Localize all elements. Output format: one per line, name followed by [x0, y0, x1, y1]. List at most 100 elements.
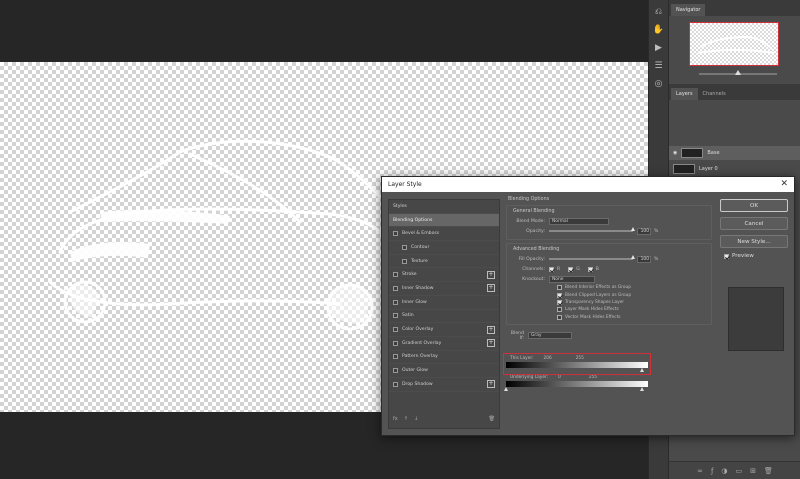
mask-icon[interactable]: ◑ — [721, 467, 727, 475]
underlying-white-handle[interactable] — [640, 387, 644, 391]
layer-name: Layer 0 — [699, 166, 718, 172]
tab-layers[interactable]: Layers — [671, 88, 698, 100]
style-checkbox[interactable] — [393, 285, 398, 291]
style-checkbox[interactable] — [393, 313, 398, 319]
style-item[interactable]: Bevel & Emboss — [389, 227, 499, 242]
preview-checkbox[interactable] — [724, 253, 729, 259]
layer-row[interactable]: Layer 0 — [669, 162, 800, 176]
style-checkbox[interactable] — [402, 258, 407, 264]
trash-icon[interactable]: 🗑 — [489, 416, 495, 422]
layers-panel-footer: ∞ ƒ ◑ ▭ ⊞ 🗑 — [669, 461, 800, 479]
fill-opacity-slider[interactable] — [549, 255, 635, 260]
play-icon[interactable]: ▶ — [653, 42, 665, 54]
general-blending-box: General Blending Blend Mode: Normal Opac… — [506, 205, 712, 240]
navigator-preview[interactable] — [689, 22, 779, 66]
navigator-zoom-slider[interactable] — [699, 70, 777, 75]
general-blending-title: General Blending — [513, 209, 555, 214]
ok-button[interactable]: OK — [720, 199, 788, 212]
cancel-button[interactable]: Cancel — [720, 217, 788, 230]
style-item[interactable]: Outer Glow — [389, 364, 499, 378]
style-item-label: Blending Options — [393, 217, 433, 223]
advanced-option-checkbox[interactable] — [557, 292, 562, 298]
advanced-option-checkbox[interactable] — [557, 285, 562, 291]
style-item[interactable]: Stroke + — [389, 268, 499, 283]
style-preview-box — [728, 287, 784, 351]
underlying-layer-gradient[interactable] — [504, 381, 648, 391]
advanced-option-checkbox[interactable] — [557, 307, 562, 313]
blend-mode-select[interactable]: Normal — [549, 217, 609, 225]
style-checkbox[interactable] — [393, 231, 398, 237]
tab-navigator[interactable]: Navigator — [671, 4, 706, 16]
this-layer-gradient[interactable] — [506, 362, 648, 372]
advanced-option-row: Transparency Shapes Layer — [557, 299, 707, 306]
add-style-plus-icon[interactable]: + — [487, 339, 495, 348]
close-icon[interactable]: ✕ — [780, 180, 788, 189]
styles-footer: fx ↑ ↓ 🗑 — [393, 414, 495, 424]
advanced-option-row: Blend Interior Effects as Group — [557, 284, 707, 291]
style-item[interactable]: Gradient Overlay + — [389, 337, 499, 351]
lightbulb-icon[interactable]: ◎ — [653, 78, 665, 90]
style-checkbox[interactable] — [393, 327, 398, 333]
style-checkbox[interactable] — [393, 381, 398, 387]
style-checkbox[interactable] — [393, 272, 398, 278]
new-style-button[interactable]: New Style... — [720, 235, 788, 248]
advanced-option-label: Layer Mask Hides Effects — [565, 307, 619, 313]
style-item-label: Gradient Overlay — [402, 340, 442, 346]
channel-g-checkbox[interactable] — [568, 266, 574, 272]
blending-options-panel: Blending Options General Blending Blend … — [503, 197, 712, 429]
style-checkbox[interactable] — [393, 299, 398, 305]
arrow-down-icon[interactable]: ↓ — [414, 416, 418, 422]
opacity-slider[interactable] — [549, 227, 635, 232]
underlying-black-handle[interactable] — [504, 387, 508, 391]
new-layer-icon[interactable]: ⊞ — [750, 467, 756, 475]
style-item[interactable]: Color Overlay + — [389, 323, 499, 337]
add-style-plus-icon[interactable]: + — [487, 325, 495, 334]
tab-channels[interactable]: Channels — [698, 88, 731, 100]
properties-icon[interactable]: ☰ — [653, 60, 665, 72]
advanced-option-checkbox[interactable] — [557, 299, 562, 305]
section-title: Blending Options — [508, 197, 550, 202]
style-item[interactable]: Pattern Overlay — [389, 351, 499, 365]
trash-icon[interactable]: 🗑 — [764, 467, 773, 475]
style-checkbox[interactable] — [393, 368, 398, 374]
add-style-plus-icon[interactable]: + — [487, 270, 495, 279]
add-style-plus-icon[interactable]: + — [487, 284, 495, 293]
knockout-select[interactable]: None — [549, 275, 595, 283]
style-checkbox[interactable] — [393, 354, 398, 360]
brush-icon[interactable]: ✋ — [653, 24, 665, 36]
style-item[interactable]: Inner Glow — [389, 296, 499, 310]
styles-header[interactable]: Styles — [389, 200, 499, 214]
style-item[interactable]: Blending Options — [389, 213, 499, 228]
add-style-plus-icon[interactable]: + — [487, 380, 495, 389]
fill-opacity-label: Fill Opacity: — [518, 256, 545, 262]
style-checkbox[interactable] — [402, 244, 407, 250]
arrow-up-icon[interactable]: ↑ — [404, 416, 408, 422]
style-item[interactable]: Satin — [389, 310, 499, 324]
eye-icon[interactable]: ◉ — [673, 150, 677, 156]
style-item[interactable]: Texture — [389, 255, 499, 269]
style-item[interactable]: Inner Shadow + — [389, 282, 499, 296]
layer-thumbnail — [673, 164, 695, 174]
link-icon[interactable]: ∞ — [697, 467, 703, 475]
opacity-field[interactable]: 100 — [637, 227, 651, 235]
folder-icon[interactable]: ▭ — [736, 467, 743, 475]
history-icon[interactable]: ⎌ — [653, 6, 665, 18]
navigator-tabs: Navigator — [669, 0, 800, 16]
layer-row[interactable]: ◉ Base — [669, 146, 800, 160]
channel-b-checkbox[interactable] — [587, 266, 593, 272]
this-layer-white-handle[interactable] — [640, 368, 644, 372]
fill-opacity-field[interactable]: 100 — [637, 255, 651, 263]
advanced-option-label: Vector Mask Hides Effects — [565, 314, 621, 320]
percent-unit: % — [654, 228, 659, 234]
style-checkbox[interactable] — [393, 340, 398, 346]
blend-if-label: Blend If: — [510, 330, 524, 341]
fx-icon[interactable]: fx — [393, 416, 398, 422]
advanced-option-checkbox[interactable] — [557, 314, 562, 320]
style-item[interactable]: Contour — [389, 241, 499, 255]
blend-if-select[interactable]: Gray — [528, 332, 572, 340]
style-item[interactable]: Drop Shadow + — [389, 378, 499, 392]
dialog-titlebar[interactable]: Layer Style ✕ — [382, 177, 794, 192]
channel-r-checkbox[interactable] — [549, 266, 554, 272]
underlying-left-value: 0 — [558, 375, 561, 380]
fx-icon[interactable]: ƒ — [711, 467, 713, 475]
